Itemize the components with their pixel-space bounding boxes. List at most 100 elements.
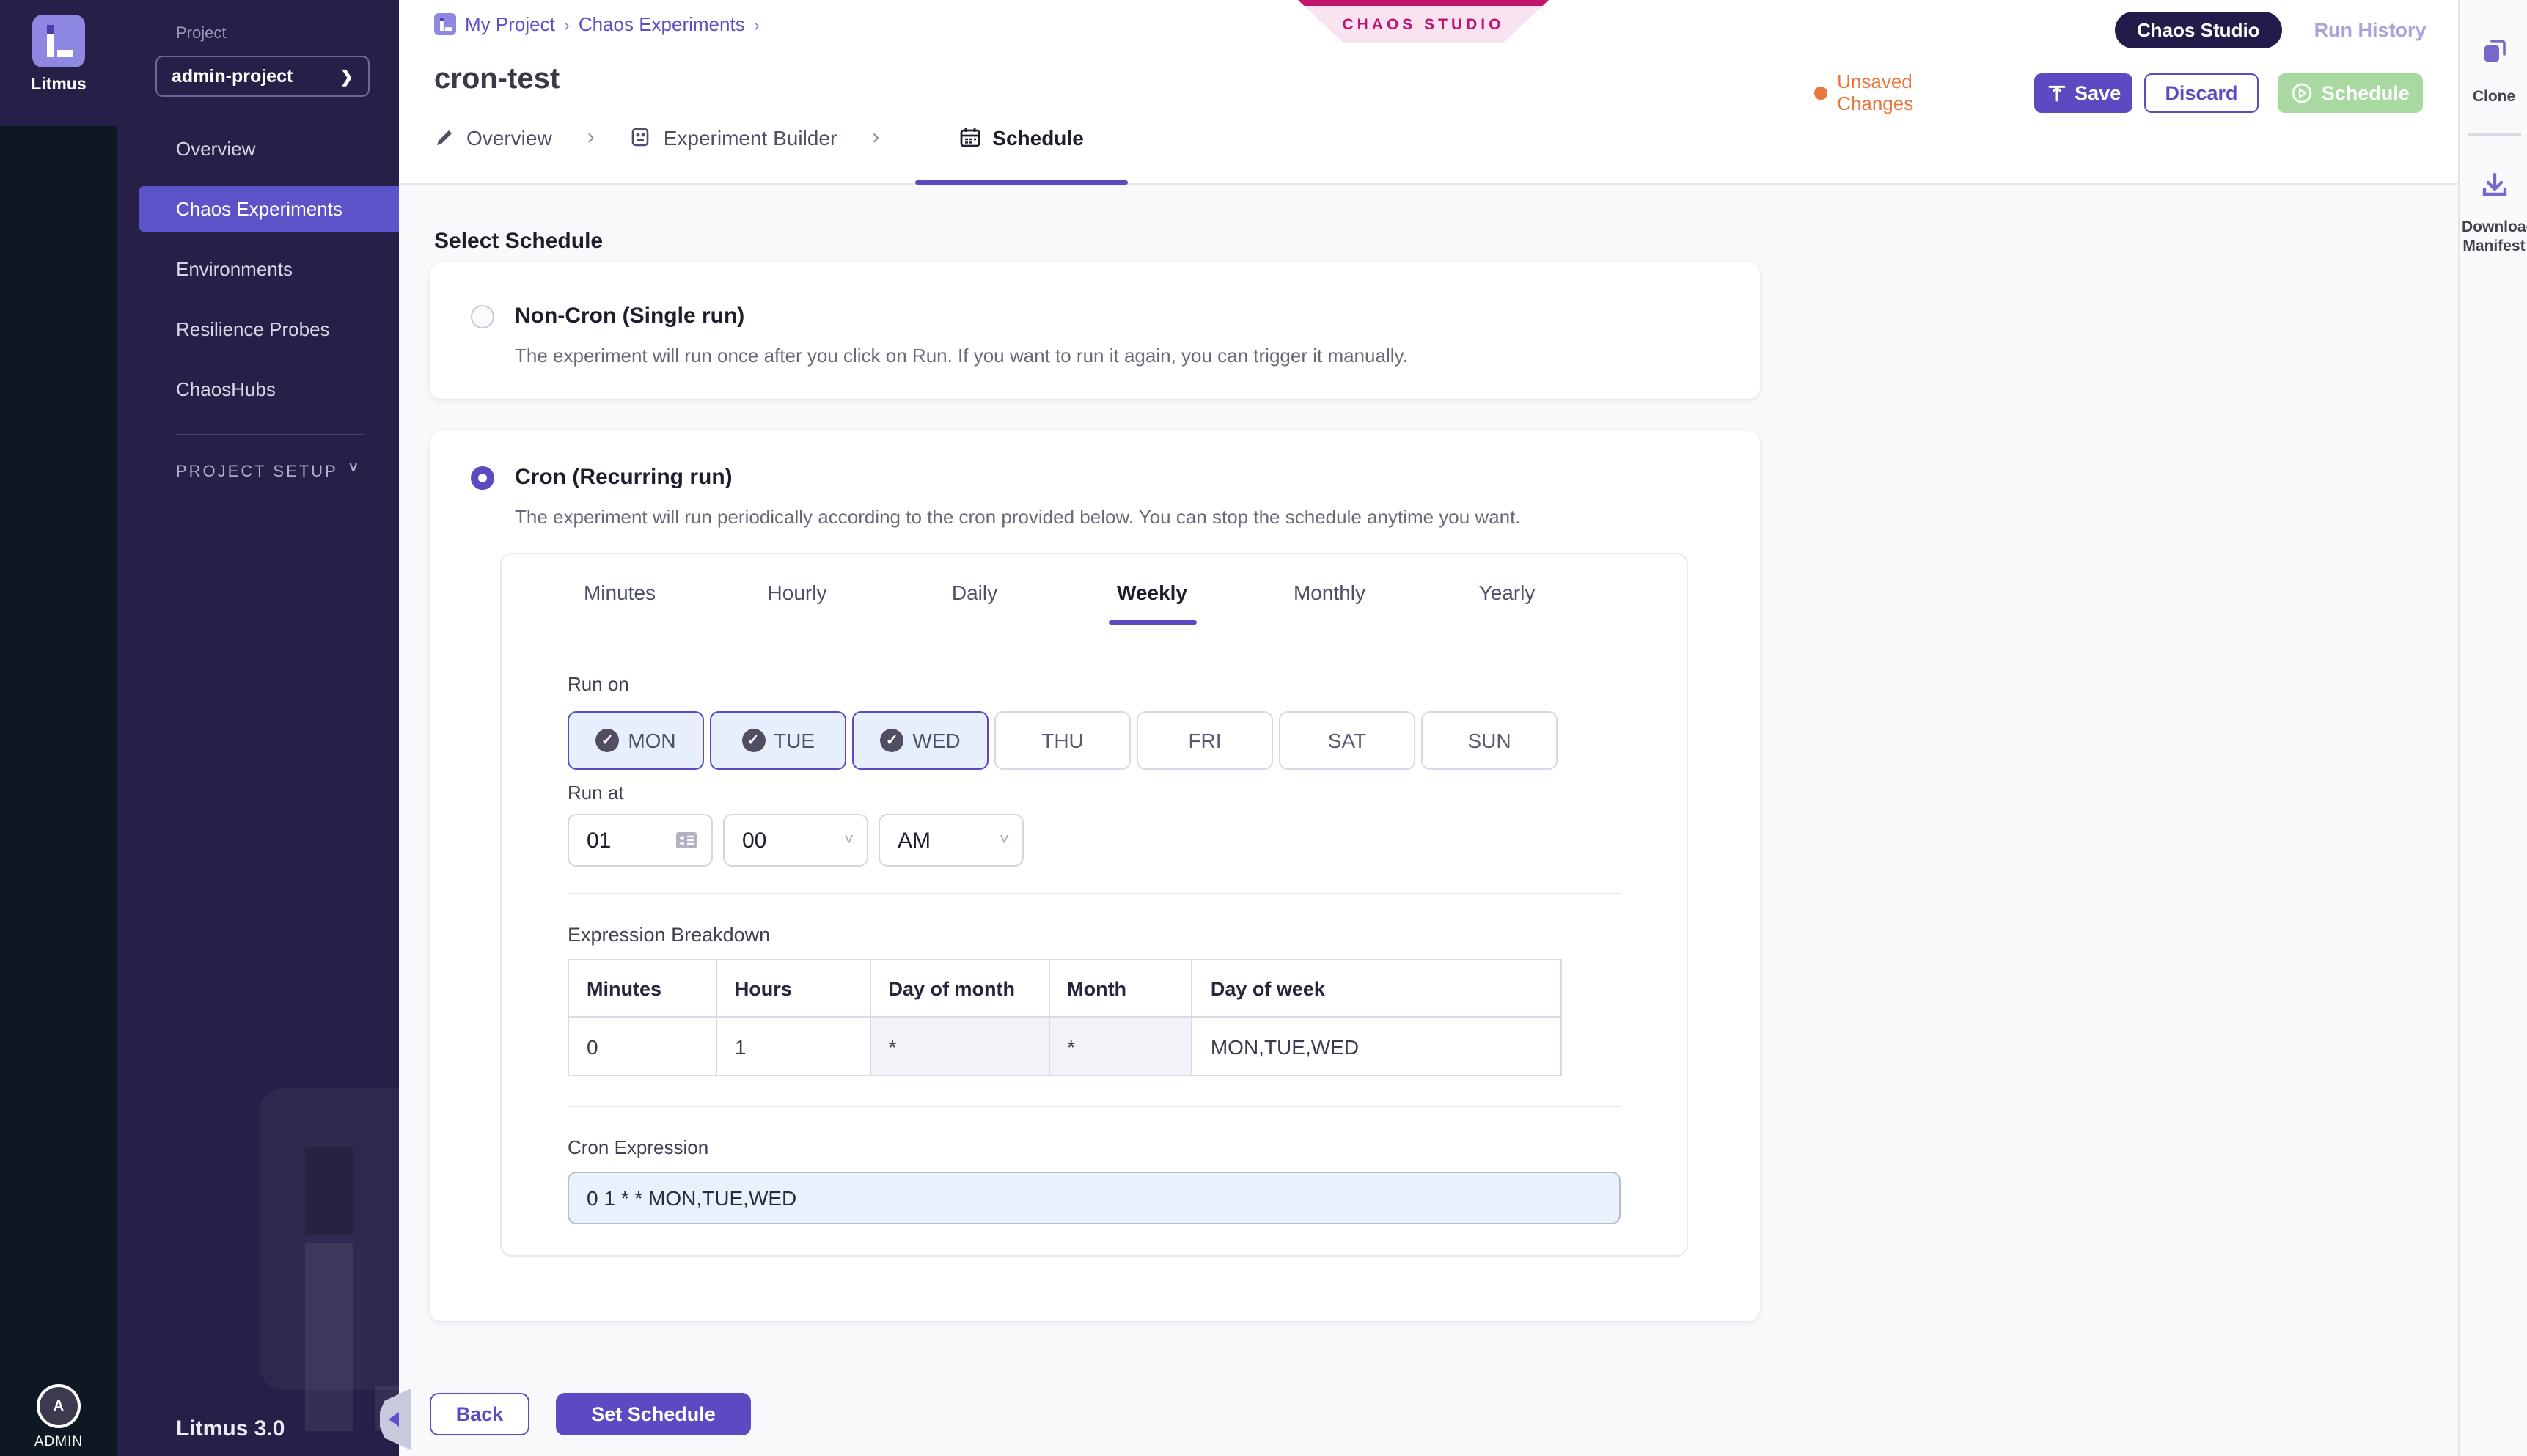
non-cron-title: Non-Cron (Single run) <box>515 304 744 328</box>
day-label: MON <box>628 729 675 752</box>
sidebar-item-resilience-probes[interactable]: Resilience Probes <box>117 306 399 352</box>
freq-tab-hourly[interactable]: Hourly <box>708 581 886 625</box>
cron-card: Cron (Recurring run) The experiment will… <box>430 431 1760 1321</box>
save-label: Save <box>2075 81 2121 103</box>
day-button-mon[interactable]: ✓ MON <box>568 711 704 770</box>
minute-select[interactable]: 00 ˅ <box>723 814 868 867</box>
freq-tab-yearly[interactable]: Yearly <box>1418 581 1596 625</box>
day-label: SAT <box>1328 729 1366 752</box>
back-label: Back <box>456 1403 504 1425</box>
freq-tab-monthly[interactable]: Monthly <box>1241 581 1418 625</box>
save-button[interactable]: Save <box>2035 73 2133 112</box>
day-button-wed[interactable]: ✓ WED <box>852 711 989 770</box>
cron-expression-value: 0 1 * * MON,TUE,WED <box>587 1186 796 1210</box>
download-icon <box>2476 169 2512 204</box>
main-tabs: Overview › Experiment Builder › <box>434 125 1128 150</box>
col-header-day-of-month: Day of month <box>870 960 1049 1017</box>
clone-icon <box>2478 35 2510 67</box>
main-content: Select Schedule Non-Cron (Single run) Th… <box>399 183 2458 1456</box>
project-setup-section[interactable]: PROJECT SETUP <box>176 463 338 481</box>
check-circle-icon: ✓ <box>595 729 619 752</box>
hour-input[interactable]: 01 <box>568 814 713 867</box>
tab-overview[interactable]: Overview <box>434 125 552 149</box>
sidebar-item-label: Environments <box>176 258 293 280</box>
day-button-tue[interactable]: ✓ TUE <box>710 711 846 770</box>
breadcrumb-my-project[interactable]: My Project <box>465 13 555 35</box>
table-header-row: Minutes Hours Day of month Month Day of … <box>568 960 1561 1017</box>
unsaved-label: Unsaved Changes <box>1837 70 1987 114</box>
clone-button[interactable] <box>2478 35 2510 67</box>
day-label: TUE <box>774 729 815 752</box>
sidebar-nav: Overview Chaos Experiments Environments … <box>117 126 399 427</box>
day-button-thu[interactable]: ✓ THU <box>994 711 1131 770</box>
left-rail: Litmus A ADMIN <box>0 0 117 1456</box>
divider <box>568 893 1621 894</box>
back-button[interactable]: Back <box>430 1393 529 1435</box>
set-schedule-label: Set Schedule <box>591 1403 716 1425</box>
litmus-watermark <box>260 1088 399 1390</box>
avatar[interactable]: A <box>37 1384 81 1428</box>
unsaved-changes-status: Unsaved Changes <box>1814 70 1987 114</box>
freq-tab-label: Daily <box>952 581 997 604</box>
discard-button[interactable]: Discard <box>2145 73 2259 112</box>
minute-value: 00 <box>742 828 766 853</box>
project-selector[interactable]: admin-project ❯ <box>155 56 370 97</box>
collapse-arrow-icon <box>388 1412 398 1427</box>
col-header-minutes: Minutes <box>568 960 716 1017</box>
tab-label: Experiment Builder <box>664 125 837 149</box>
chaos-studio-banner: CHAOS STUDIO <box>1298 0 1549 43</box>
freq-tab-weekly[interactable]: Weekly <box>1063 581 1241 625</box>
toggle-run-history[interactable]: Run History <box>2314 19 2427 41</box>
save-pin-icon <box>2047 83 2066 102</box>
non-cron-radio[interactable] <box>471 305 494 328</box>
project-name: admin-project <box>172 66 293 87</box>
cron-config-panel: Minutes Hourly Daily Weekly <box>500 553 1688 1257</box>
day-label: FRI <box>1188 729 1221 752</box>
day-label: THU <box>1041 729 1084 752</box>
sidebar-item-overview[interactable]: Overview <box>117 126 399 172</box>
freq-tab-label: Minutes <box>584 581 656 604</box>
col-header-day-of-week: Day of week <box>1192 960 1561 1017</box>
tab-separator: › <box>587 125 595 150</box>
schedule-top-label: Schedule <box>2322 81 2410 103</box>
toolbar-divider <box>2468 133 2520 136</box>
banner-label: CHAOS STUDIO <box>1342 15 1504 33</box>
download-manifest-button[interactable] <box>2476 169 2512 204</box>
freq-underline <box>1108 620 1196 625</box>
sidebar-item-chaos-experiments[interactable]: Chaos Experiments <box>139 186 399 232</box>
download-manifest-label: Download Manifest <box>2462 218 2526 257</box>
sidebar-divider <box>176 434 364 435</box>
unsaved-dot-icon <box>1814 86 1827 99</box>
meridiem-value: AM <box>898 828 931 853</box>
freq-tab-label: Yearly <box>1479 581 1536 604</box>
watermark-shape <box>305 1243 353 1431</box>
tab-experiment-builder[interactable]: Experiment Builder <box>630 125 837 149</box>
hour-picker-icon <box>675 830 698 850</box>
sidebar-item-environments[interactable]: Environments <box>117 246 399 292</box>
cron-radio[interactable] <box>471 466 494 490</box>
check-circle-icon: ✓ <box>741 729 765 752</box>
run-at-label: Run at <box>568 782 624 804</box>
chevron-right-icon: ❯ <box>340 67 353 86</box>
freq-tab-label: Hourly <box>768 581 827 604</box>
tab-schedule[interactable]: Schedule <box>914 125 1128 149</box>
schedule-button-disabled[interactable]: Schedule <box>2277 73 2423 112</box>
sidebar-item-label: Chaos Experiments <box>176 198 342 220</box>
cron-expression-input[interactable]: 0 1 * * MON,TUE,WED <box>568 1172 1621 1224</box>
cell-hours: 1 <box>716 1017 870 1076</box>
set-schedule-button[interactable]: Set Schedule <box>556 1393 751 1435</box>
cron-description: The experiment will run periodically acc… <box>515 506 1521 528</box>
view-toggle: Chaos Studio Run History <box>2115 12 2427 48</box>
day-button-fri[interactable]: ✓ FRI <box>1137 711 1273 770</box>
toggle-chaos-studio[interactable]: Chaos Studio <box>2115 12 2282 48</box>
day-button-sun[interactable]: ✓ SUN <box>1421 711 1558 770</box>
freq-tab-minutes[interactable]: Minutes <box>531 581 708 625</box>
day-button-sat[interactable]: ✓ SAT <box>1279 711 1415 770</box>
litmus-logo-icon[interactable] <box>32 15 85 67</box>
meridiem-select[interactable]: AM ˅ <box>879 814 1024 867</box>
sidebar-item-chaoshubs[interactable]: ChaosHubs <box>117 367 399 412</box>
freq-tab-daily[interactable]: Daily <box>886 581 1063 625</box>
breadcrumb: My Project › Chaos Experiments › <box>434 13 760 35</box>
run-on-label: Run on <box>568 673 629 695</box>
breadcrumb-chaos-experiments[interactable]: Chaos Experiments <box>579 13 745 35</box>
